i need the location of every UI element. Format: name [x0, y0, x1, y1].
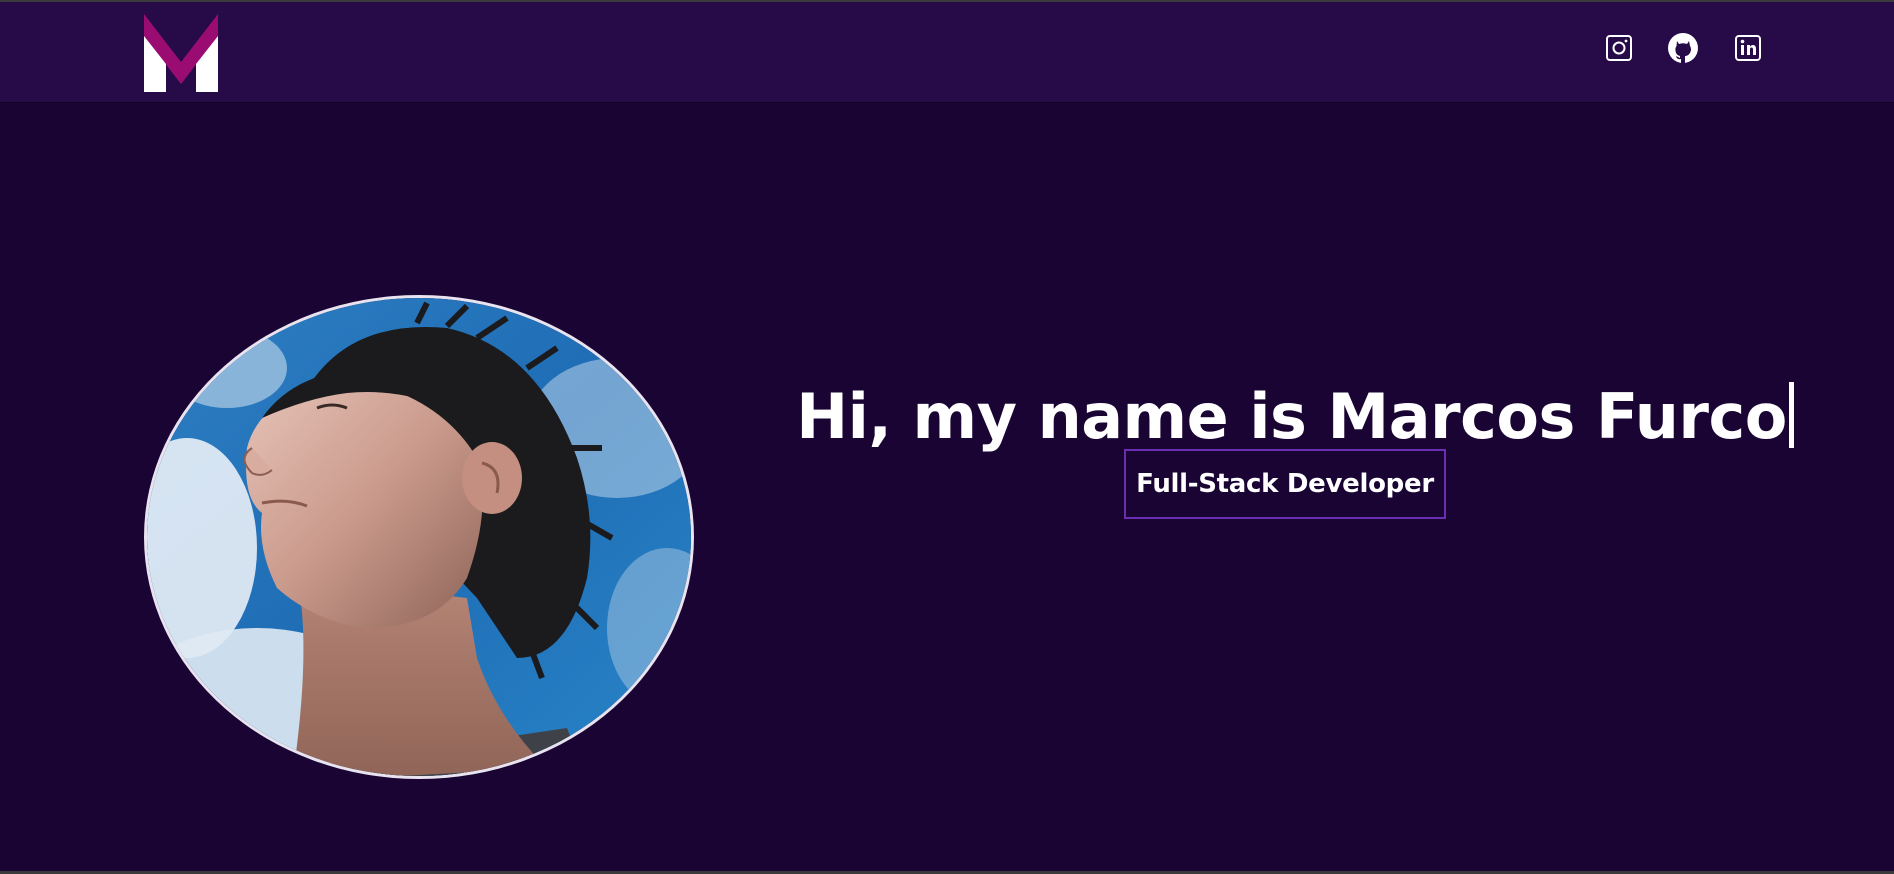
navbar: [0, 2, 1894, 102]
hero-greeting-text: Hi, my name is Marcos Furco: [796, 379, 1787, 453]
m-logo-icon[interactable]: [144, 14, 218, 92]
instagram-icon[interactable]: [1603, 32, 1635, 64]
linkedin-icon[interactable]: [1732, 32, 1764, 64]
role-badge: Full-Stack Developer: [1124, 449, 1446, 519]
typing-cursor: [1788, 381, 1794, 448]
profile-photo: [144, 295, 694, 779]
github-icon[interactable]: [1667, 32, 1699, 64]
